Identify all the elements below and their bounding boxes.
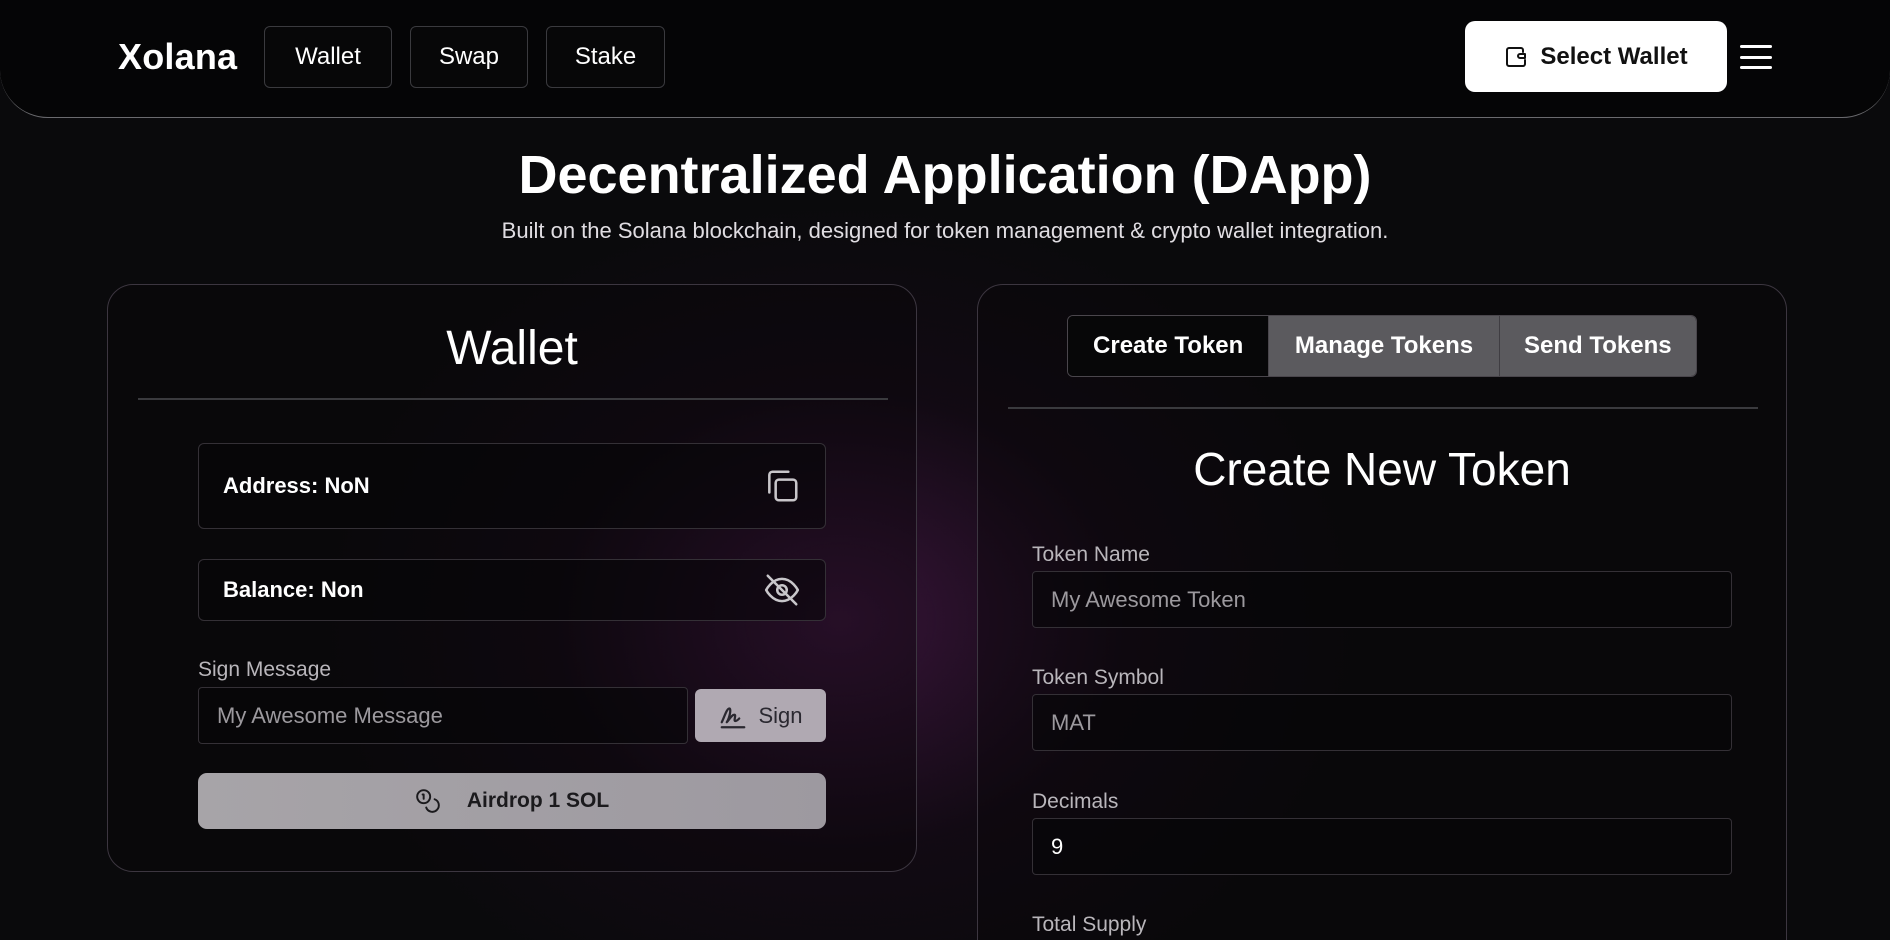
decimals-label: Decimals [1032, 790, 1119, 813]
wallet-card: Wallet Address: NoN Balance: Non Sign Me… [107, 284, 917, 872]
decimals-value: 9 [1051, 833, 1064, 859]
airdrop-button[interactable]: Airdrop 1 SOL [198, 773, 826, 829]
divider [1008, 407, 1758, 409]
address-box: Address: NoN [198, 443, 826, 529]
sign-button-label: Sign [758, 702, 803, 728]
signature-icon [721, 706, 746, 728]
balance-text: Balance: Non [223, 577, 364, 602]
select-wallet-button[interactable]: Select Wallet [1465, 21, 1727, 92]
token-tabs: Create Token Manage Tokens Send Tokens [1067, 315, 1697, 377]
nav-stake-button[interactable]: Stake [546, 26, 665, 88]
menu-icon[interactable] [1740, 42, 1772, 72]
nav-swap-button[interactable]: Swap [410, 26, 528, 88]
create-token-title: Create New Token [1193, 443, 1571, 495]
brand-logo[interactable]: Xolana [118, 36, 237, 78]
token-name-input[interactable]: My Awesome Token [1032, 571, 1732, 628]
tab-create-token[interactable]: Create Token [1068, 316, 1269, 376]
tab-manage-tokens[interactable]: Manage Tokens [1268, 316, 1499, 376]
wallet-icon [1506, 46, 1527, 67]
coins-icon [416, 789, 440, 813]
copy-icon[interactable] [763, 467, 801, 505]
tab-send-tokens[interactable]: Send Tokens [1498, 316, 1696, 376]
select-wallet-label: Select Wallet [1540, 42, 1688, 70]
token-symbol-input[interactable]: MAT [1032, 694, 1732, 751]
sign-message-placeholder: My Awesome Message [217, 702, 443, 728]
nav-wallet-button[interactable]: Wallet [264, 26, 392, 88]
sign-message-label: Sign Message [198, 658, 332, 681]
total-supply-label: Total Supply [1032, 913, 1147, 936]
token-symbol-placeholder: MAT [1051, 709, 1096, 735]
address-text: Address: NoN [223, 473, 370, 498]
decimals-input[interactable]: 9 [1032, 818, 1732, 875]
token-card: Create Token Manage Tokens Send Tokens C… [977, 284, 1787, 940]
airdrop-button-label: Airdrop 1 SOL [466, 789, 610, 812]
token-symbol-label: Token Symbol [1032, 666, 1164, 689]
eye-off-icon[interactable] [763, 571, 801, 609]
wallet-card-title: Wallet [446, 322, 578, 375]
page-subtitle: Built on the Solana blockchain, designed… [501, 218, 1389, 243]
sign-button[interactable]: Sign [695, 689, 826, 742]
page-title: Decentralized Application (DApp) [518, 145, 1372, 205]
balance-box: Balance: Non [198, 559, 826, 621]
divider [138, 398, 888, 400]
top-navbar: Xolana Wallet Swap Stake Select Wallet [0, 0, 1890, 118]
sign-message-input[interactable]: My Awesome Message [198, 687, 688, 744]
token-name-placeholder: My Awesome Token [1051, 586, 1246, 612]
token-name-label: Token Name [1032, 543, 1150, 566]
